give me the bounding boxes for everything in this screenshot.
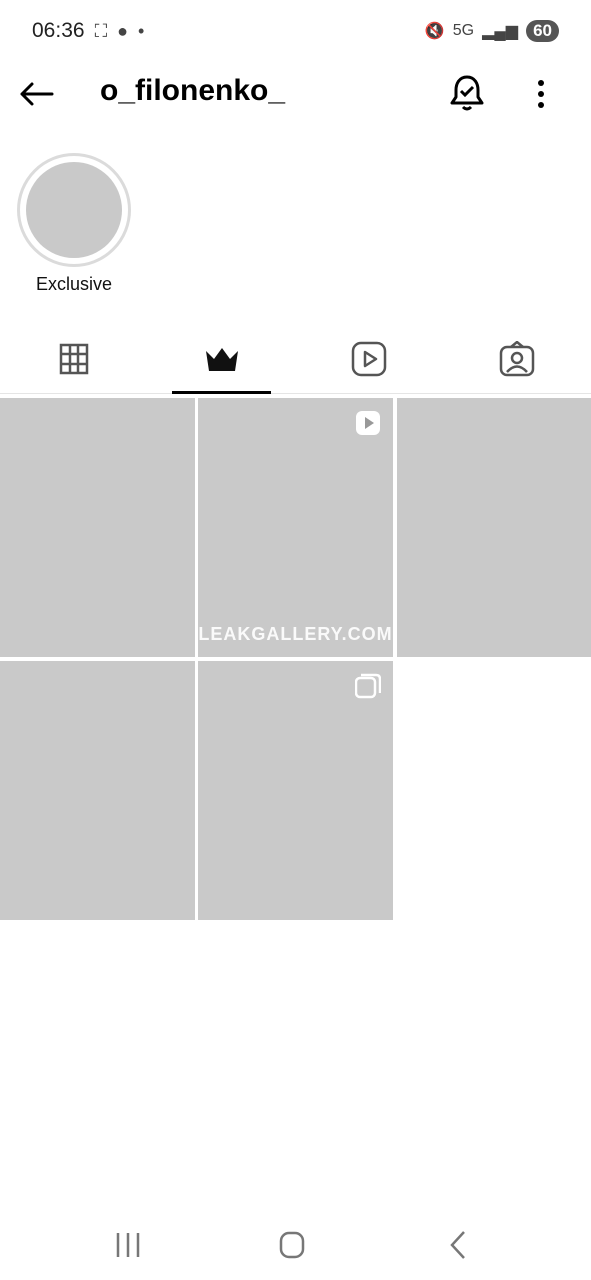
mute-icon: 🔇 <box>424 23 445 40</box>
notifications-button[interactable] <box>448 73 486 113</box>
watermark: LEAKGALLERY.COM <box>198 624 393 644</box>
tab-tagged[interactable] <box>467 324 567 394</box>
home-button[interactable] <box>272 1225 312 1265</box>
chevron-left-icon <box>450 1231 465 1259</box>
tagged-icon <box>499 341 535 377</box>
story-highlight[interactable]: Exclusive <box>14 153 134 295</box>
reels-icon <box>351 341 387 377</box>
post-thumbnail[interactable] <box>0 661 195 920</box>
clock: 06:36 <box>32 19 85 42</box>
more-options-button[interactable] <box>524 74 558 114</box>
system-nav-bar <box>0 1205 591 1280</box>
signal-icon: ▂▄▆ <box>482 23 519 40</box>
more-vertical-icon <box>538 80 544 108</box>
post-thumbnail[interactable] <box>198 661 393 920</box>
profile-tabs <box>0 324 591 394</box>
post-thumbnail[interactable] <box>0 398 195 657</box>
video-badge-icon <box>355 410 381 441</box>
tab-exclusive[interactable] <box>172 324 272 394</box>
crown-icon <box>206 348 238 371</box>
highlight-ring <box>17 153 131 267</box>
recents-icon <box>116 1233 140 1257</box>
tab-grid[interactable] <box>24 324 124 394</box>
tab-reels[interactable] <box>319 324 419 394</box>
battery-level: 60 <box>526 20 559 42</box>
notification-dot-icon: • <box>138 20 145 41</box>
post-thumbnail[interactable]: LEAKGALLERY.COM <box>198 398 393 657</box>
grid-icon <box>59 343 89 375</box>
post-thumbnail[interactable] <box>397 398 591 657</box>
network-type: 5G <box>452 22 475 39</box>
screenshot-icon: ⛶ <box>94 20 108 41</box>
status-bar: 06:36 ⛶ ● • 🔇 5G ▂▄▆ 60 <box>0 0 591 62</box>
profile-username: o_filonenko_ <box>100 74 286 107</box>
home-icon <box>279 1231 305 1259</box>
active-tab-indicator <box>172 391 271 394</box>
carousel-badge-icon <box>354 673 382 704</box>
recent-apps-button[interactable] <box>108 1225 148 1265</box>
highlight-label: Exclusive <box>35 274 113 294</box>
profile-header: o_filonenko_ <box>0 62 591 124</box>
arrow-left-icon <box>20 82 54 106</box>
messenger-icon: ● <box>117 20 129 41</box>
highlight-cover-placeholder <box>26 162 122 258</box>
back-button[interactable] <box>16 74 56 114</box>
system-back-button[interactable] <box>438 1225 478 1265</box>
bell-check-icon <box>450 75 484 111</box>
